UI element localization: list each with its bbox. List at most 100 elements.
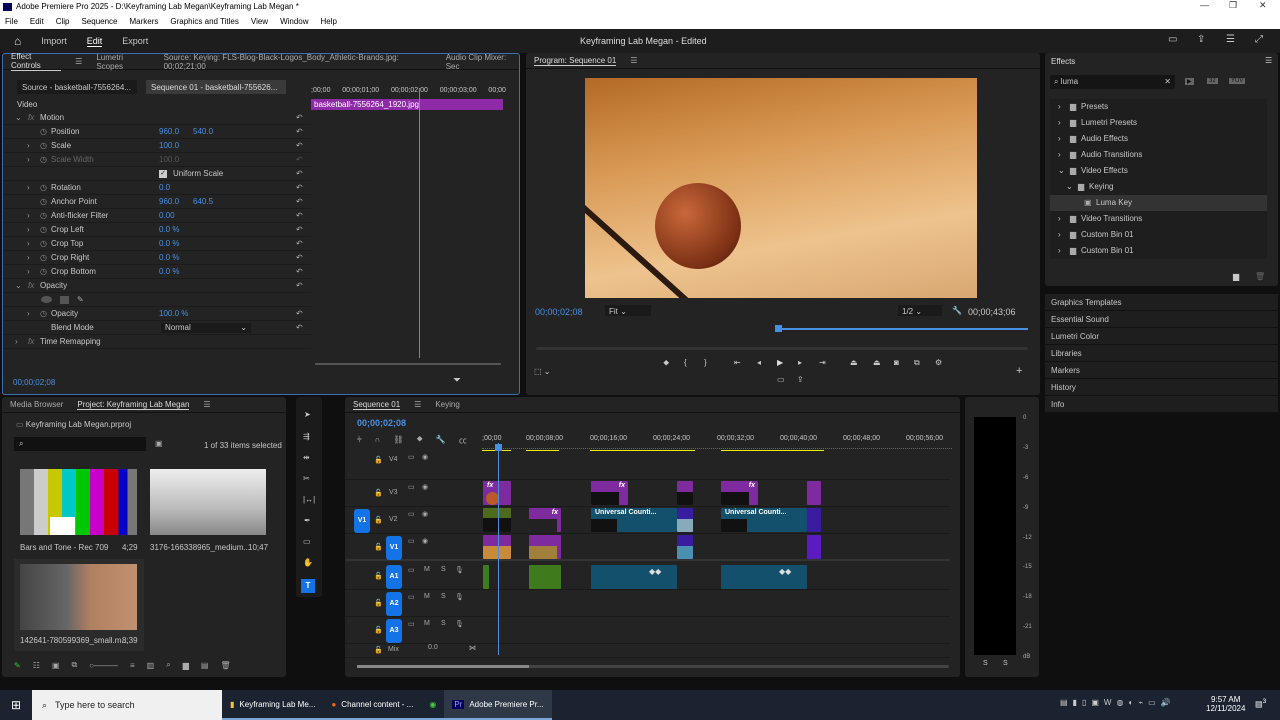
panel-libraries[interactable]: Libraries — [1045, 345, 1278, 362]
scale-value[interactable]: 100.0 — [159, 141, 179, 150]
thumb-phone[interactable] — [150, 469, 266, 535]
taskbar-chrome[interactable]: ◉ — [421, 690, 445, 720]
find-icon[interactable]: ⌕ — [166, 660, 170, 670]
solo-button[interactable]: S — [441, 566, 446, 573]
eye-icon[interactable]: ◉ — [422, 453, 428, 461]
opacity-effect-label[interactable]: Opacity — [40, 281, 67, 290]
pen-mask-icon[interactable]: ✎ — [77, 295, 84, 304]
eye-icon[interactable]: ◉ — [422, 510, 428, 518]
menu-icon[interactable]: ☰ — [1226, 34, 1235, 45]
clock[interactable]: 9:57 AM 12/11/2024 — [1206, 695, 1245, 713]
clip-universal-countdown[interactable]: Universal Counti... — [721, 508, 807, 532]
add-marker-icon[interactable]: ⯁ — [663, 359, 669, 369]
pen-tool-icon[interactable]: ✒ — [304, 516, 311, 525]
program-timeline-bar[interactable] — [778, 328, 1028, 330]
crop-left-value[interactable]: 0.0 % — [159, 225, 179, 234]
clip-v2[interactable]: fx — [529, 508, 561, 532]
wrench-icon[interactable]: 🔧 — [952, 306, 962, 315]
reset-icon[interactable]: ↶ — [296, 141, 303, 150]
menu-view[interactable]: View — [251, 14, 268, 29]
new-bin-icon[interactable]: ▆ — [183, 661, 189, 670]
clip-v3[interactable]: fx — [721, 481, 758, 505]
track-a3[interactable]: 🔓 A3 ▭ M S 🎙 — [345, 617, 950, 644]
sequence-clip-button[interactable]: Sequence 01 - basketball-755626... — [146, 80, 286, 94]
track-v4[interactable]: 🔓 V4 ▭ ◉ — [345, 453, 950, 480]
filter-icon[interactable]: ⏷ — [453, 375, 461, 386]
track-target-a1[interactable]: A1 — [386, 565, 402, 589]
list-view-icon[interactable]: ☷ — [33, 661, 40, 670]
taskbar-file-explorer[interactable]: ▮ Keyframing Lab Me... — [222, 690, 324, 720]
clip-v3[interactable] — [677, 481, 693, 505]
anchor-x-value[interactable]: 960.0 — [159, 197, 179, 206]
tab-keying[interactable]: Keying — [435, 400, 459, 409]
stopwatch-icon[interactable]: ◷ — [40, 127, 47, 136]
rectangle-tool-icon[interactable]: ▭ — [303, 537, 311, 546]
menu-markers[interactable]: Markers — [130, 14, 159, 29]
go-to-in-icon[interactable]: ⇤ — [734, 358, 741, 367]
playhead-handle[interactable] — [495, 444, 502, 451]
go-to-out-icon[interactable]: ⇥ — [819, 358, 826, 367]
menu-graphics[interactable]: Graphics and Titles — [170, 14, 238, 29]
track-select-tool-icon[interactable]: ⇶ — [303, 432, 310, 441]
effects-search[interactable]: ⌕ luma ✕ — [1050, 75, 1175, 89]
track-v3[interactable]: 🔓 V3 ▭ ◉ — [345, 480, 950, 507]
taskbar-firefox[interactable]: ● Channel content - ... — [323, 690, 422, 720]
add-button-icon[interactable]: + — [1016, 365, 1022, 377]
razor-tool-icon[interactable]: ✂ — [303, 474, 310, 483]
track-v1[interactable]: 🔓 V1 ▭ ◉ — [345, 534, 950, 561]
timeline-ruler[interactable]: ;00;00 00;00;08;00 00;00;16;00 00;00;24;… — [482, 435, 952, 451]
clip-v2[interactable] — [677, 508, 693, 532]
ec-zoom-scrollbar[interactable] — [315, 363, 501, 365]
program-timecode[interactable]: 00;00;02;08 — [535, 307, 583, 317]
new-item-icon[interactable]: ▤ — [201, 661, 209, 670]
panel-essential-sound[interactable]: Essential Sound — [1045, 311, 1278, 328]
home-icon[interactable]: ⌂ — [14, 34, 21, 48]
track-target-a3[interactable]: A3 — [386, 619, 402, 643]
timeline-timecode[interactable]: 00;00;02;08 — [357, 418, 406, 428]
tree-item-video-transitions[interactable]: › ▆ Video Transitions — [1050, 211, 1267, 227]
lift-icon[interactable]: ⏏ — [850, 358, 858, 367]
clip-a1[interactable] — [483, 565, 489, 589]
solo-left-button[interactable]: S — [983, 660, 988, 667]
program-playhead[interactable] — [775, 325, 782, 332]
selection-tool-icon[interactable]: ➤ — [304, 410, 311, 419]
ec-playhead[interactable] — [419, 88, 420, 358]
uniform-scale-checkbox[interactable]: ✓ — [159, 169, 167, 178]
taskbar-premiere[interactable]: Pr Adobe Premiere Pr... — [444, 690, 552, 720]
menu-window[interactable]: Window — [280, 14, 308, 29]
eye-icon[interactable]: ◉ — [422, 537, 428, 545]
export-frame-icon[interactable]: ◙ — [894, 358, 899, 367]
clip-v1[interactable] — [483, 535, 511, 559]
sort-icon[interactable]: ≡ — [130, 661, 135, 670]
tree-item-lumetri-presets[interactable]: › ▆ Lumetri Presets — [1050, 115, 1267, 131]
export-tab[interactable]: Export — [122, 36, 148, 46]
panel-lumetri-color[interactable]: Lumetri Color — [1045, 328, 1278, 345]
rotation-value[interactable]: 0.0 — [159, 183, 170, 192]
zoom-slider[interactable]: ○——— — [89, 661, 118, 670]
ellipse-mask-icon[interactable] — [41, 296, 52, 303]
mute-button[interactable]: M — [424, 566, 430, 573]
tree-item-luma-key[interactable]: ▣ Luma Key — [1050, 195, 1267, 211]
minimize-button[interactable]: — — [1200, 0, 1209, 10]
share-icon[interactable]: ⇪ — [1197, 34, 1205, 45]
system-tray-icons[interactable]: ▤▮▯▣W◍◐⌁▭🔊 — [1060, 698, 1176, 707]
panel-info[interactable]: Info — [1045, 396, 1278, 413]
panel-markers[interactable]: Markers — [1045, 362, 1278, 379]
position-y-value[interactable]: 540.0 — [193, 127, 213, 136]
notifications-icon[interactable]: ▤3 — [1255, 698, 1266, 709]
extract-icon[interactable]: ⏏ — [873, 358, 881, 367]
mute-button[interactable]: M — [424, 620, 430, 627]
track-mix[interactable]: 🔓 Mix 0.0 ⋈ — [345, 644, 950, 658]
add-marker-icon[interactable]: ⯁ — [417, 435, 423, 446]
close-button[interactable]: ✕ — [1259, 0, 1267, 11]
clip-a1[interactable]: ◆◆ — [721, 565, 807, 589]
tab-sequence-01[interactable]: Sequence 01 — [353, 400, 401, 410]
tree-item-audio-effects[interactable]: › ▆ Audio Effects — [1050, 131, 1267, 147]
time-remapping-label[interactable]: Time Remapping — [40, 337, 101, 346]
resolution-select[interactable]: 1/2 ⌄ — [898, 305, 942, 316]
clip-v3[interactable]: fx — [483, 481, 511, 505]
menu-file[interactable]: File — [5, 14, 18, 29]
tree-item-audio-transitions[interactable]: › ▆ Audio Transitions — [1050, 147, 1267, 163]
menu-sequence[interactable]: Sequence — [81, 14, 117, 29]
effects-search-input[interactable]: luma — [1061, 77, 1078, 86]
